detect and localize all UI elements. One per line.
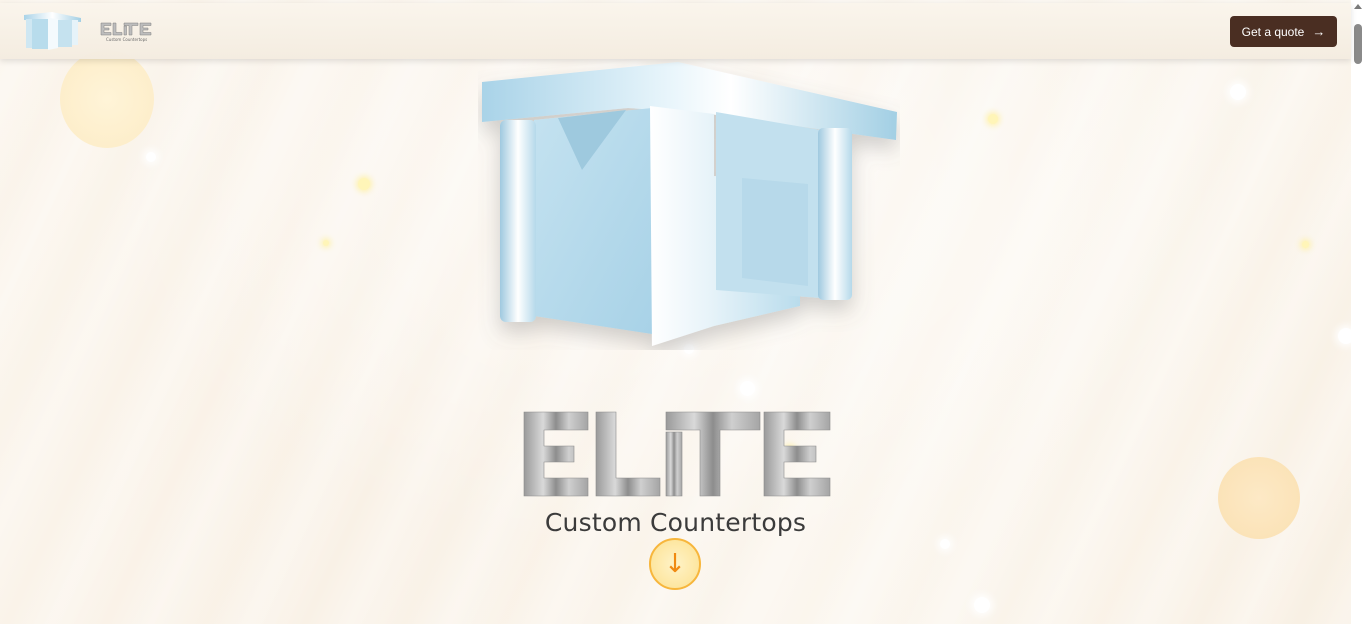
sparkle xyxy=(323,240,329,246)
get-a-quote-button[interactable]: Get a quote → xyxy=(1230,16,1337,47)
sparkle xyxy=(146,152,156,162)
elite-wordmark xyxy=(523,411,831,497)
arrow-down-icon: ↓ xyxy=(664,549,686,579)
scrollbar-thumb[interactable] xyxy=(1354,24,1362,64)
scroll-up-arrow-icon[interactable] xyxy=(1354,4,1362,9)
vertical-scrollbar[interactable] xyxy=(1351,0,1366,624)
sparkle xyxy=(940,539,950,549)
arrow-right-icon: → xyxy=(1312,24,1326,39)
header-brand[interactable]: Custom Countertops xyxy=(100,22,152,46)
header-brand-subtitle: Custom Countertops xyxy=(106,37,148,42)
sparkle xyxy=(988,114,998,124)
elite-logo-mark xyxy=(482,62,897,346)
sparkle xyxy=(1338,328,1351,344)
hero-tagline: Custom Countertops xyxy=(544,508,807,537)
get-a-quote-label: Get a quote xyxy=(1241,24,1305,39)
sparkle xyxy=(358,178,370,190)
elite-logo-icon[interactable] xyxy=(24,12,82,50)
header-wordmark xyxy=(100,22,152,36)
page: Custom Countertops ↓ xyxy=(0,0,1351,624)
glow-orb xyxy=(60,50,154,148)
sparkle xyxy=(740,381,755,396)
sparkle xyxy=(1230,84,1246,100)
scroll-down-button[interactable]: ↓ xyxy=(649,538,701,590)
sparkle xyxy=(1302,241,1309,248)
sparkle xyxy=(974,597,990,613)
site-header: Custom Countertops Get a quote → xyxy=(0,3,1351,59)
